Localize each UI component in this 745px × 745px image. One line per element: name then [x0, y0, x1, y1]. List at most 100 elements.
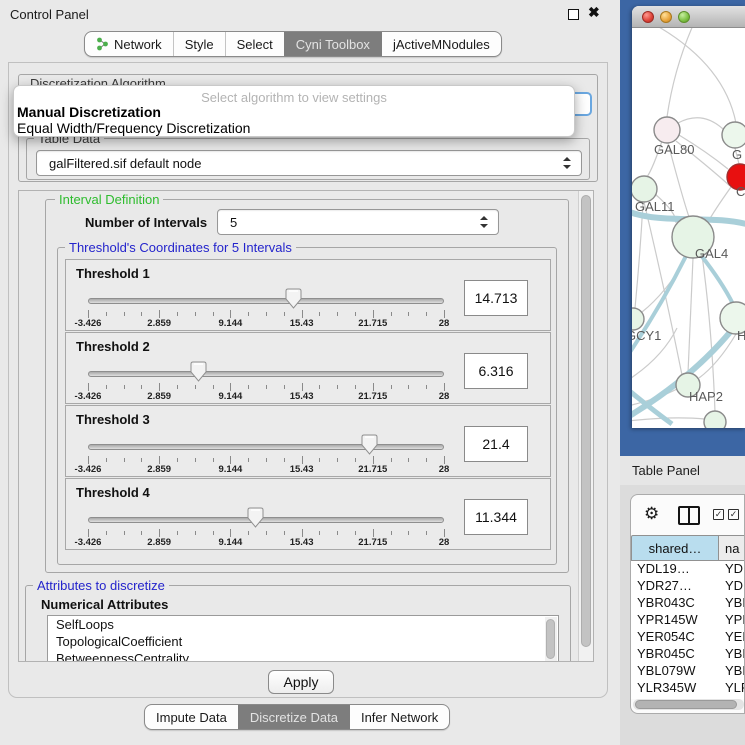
cell-name: YBL07 — [719, 663, 745, 680]
slider-thumb[interactable] — [285, 288, 302, 309]
slider-tick — [248, 458, 249, 462]
slider-thumb[interactable] — [361, 434, 378, 455]
slider-tick-label: 2.859 — [147, 464, 171, 475]
slider-tick — [159, 383, 160, 391]
slider-tick — [230, 456, 231, 464]
slider-thumb[interactable] — [247, 507, 264, 528]
network-node[interactable] — [704, 411, 726, 428]
table-row[interactable]: YER054CYER05 — [631, 629, 745, 646]
tab-jactivemnodules[interactable]: jActiveMNodules — [381, 32, 501, 56]
slider-tick-label: -3.426 — [75, 537, 102, 548]
node-table-card: ⚙ ✓ ✓ shared… na YDL19…YDL19YDR27…YDR27Y… — [630, 494, 745, 714]
top-tabbar: NetworkStyleSelectCyni ToolboxjActiveMNo… — [84, 31, 502, 57]
slider-tick — [248, 385, 249, 389]
slider-tick-label: 21.715 — [358, 537, 387, 548]
threshold-value-field[interactable]: 6.316 — [464, 353, 528, 389]
tab-style[interactable]: Style — [173, 32, 225, 56]
threshold-row-3: Threshold 3-3.4262.8599.14415.4321.71528… — [65, 405, 551, 477]
table-panel-title: Table Panel — [632, 463, 700, 478]
slider-tick — [159, 310, 160, 318]
tab-discretize-data[interactable]: Discretize Data — [238, 705, 349, 729]
network-node-gal80[interactable] — [654, 117, 680, 143]
network-node-label: C — [736, 184, 745, 199]
window-close-icon[interactable] — [642, 11, 654, 23]
dropdown-option-equal-width-frequency[interactable]: Equal Width/Frequency Discretization — [17, 120, 250, 136]
slider-tick — [444, 529, 445, 537]
table-data-combobox[interactable]: galFiltered.sif default node — [36, 150, 582, 176]
dropdown-option-manual-discretization[interactable]: Manual Discretization — [17, 104, 161, 120]
numerical-attributes-list[interactable]: SelfLoopsTopologicalCoefficientBetweenne… — [47, 615, 559, 662]
network-node-g[interactable] — [722, 122, 745, 148]
slider-track[interactable] — [88, 298, 444, 304]
slider-tick — [408, 312, 409, 316]
table-row[interactable]: YBR045CYBR04 — [631, 646, 745, 663]
attribute-list-item[interactable]: BetweennessCentrality — [48, 650, 558, 662]
slider-tick-label: 15.43 — [290, 391, 314, 402]
threshold-value-field[interactable]: 14.713 — [464, 280, 528, 316]
slider-tick — [373, 383, 374, 391]
attribute-list-item[interactable]: TopologicalCoefficient — [48, 633, 558, 650]
table-horizontal-scrollbar[interactable] — [633, 699, 744, 710]
combo-stepper-icon[interactable] — [480, 216, 488, 228]
tab-network[interactable]: Network — [85, 32, 173, 56]
column-header-name[interactable]: na — [719, 535, 745, 561]
cell-shared-name: YER054C — [631, 629, 719, 646]
slider-tick — [284, 531, 285, 535]
attribute-list-item[interactable]: SelfLoops — [48, 616, 558, 633]
app-root: Control Panel ✖ NetworkStyleSelectCyni T… — [0, 0, 745, 745]
slider-tick — [444, 456, 445, 464]
table-row[interactable]: YDL19…YDL19 — [631, 561, 745, 578]
table-row[interactable]: YBL079WYBL07 — [631, 663, 745, 680]
cell-shared-name: YPR145W — [631, 612, 719, 629]
slider-tick — [213, 531, 214, 535]
window-minimize-icon[interactable] — [660, 11, 672, 23]
combo-stepper-icon[interactable] — [563, 157, 571, 169]
slider-track[interactable] — [88, 444, 444, 450]
float-panel-icon[interactable] — [568, 9, 579, 20]
number-of-intervals-label: Number of Intervals — [85, 215, 207, 230]
split-columns-icon[interactable] — [678, 506, 700, 525]
slider-tick-label: 28 — [439, 318, 450, 329]
gear-icon[interactable]: ⚙ — [644, 504, 659, 524]
column-header-shared-name[interactable]: shared… — [631, 535, 719, 561]
slider-thumb[interactable] — [190, 361, 207, 382]
network-node-label: GAL80 — [654, 142, 694, 157]
settings-vertical-scrollbar[interactable] — [578, 191, 593, 661]
tab-label: Discretize Data — [250, 710, 338, 725]
slider-tick — [177, 458, 178, 462]
network-window-titlebar[interactable] — [632, 6, 745, 28]
threshold-value-field[interactable]: 11.344 — [464, 499, 528, 535]
slider-tick — [88, 456, 89, 464]
table-row[interactable]: YBR043CYBR04 — [631, 595, 745, 612]
threshold-row-4: Threshold 4-3.4262.8599.14415.4321.71528… — [65, 478, 551, 550]
attributes-scrollbar[interactable] — [545, 617, 557, 662]
network-canvas[interactable]: GAL80GCGAL11GAL4GCY1HHAP2 — [632, 28, 745, 428]
table-data-combobox-value: galFiltered.sif default node — [49, 156, 201, 171]
table-row[interactable]: YPR145WYPR14 — [631, 612, 745, 629]
slider-tick — [141, 312, 142, 316]
slider-track[interactable] — [88, 517, 444, 523]
threshold-value-field[interactable]: 21.4 — [464, 426, 528, 462]
slider-tick — [302, 456, 303, 464]
slider-track[interactable] — [88, 371, 444, 377]
number-of-intervals-combobox[interactable]: 5 — [217, 209, 499, 235]
slider-tick — [319, 531, 320, 535]
tab-select[interactable]: Select — [225, 32, 284, 56]
tab-cyni-toolbox[interactable]: Cyni Toolbox — [284, 32, 381, 56]
slider-tick — [230, 383, 231, 391]
table-row[interactable]: YDR27…YDR27 — [631, 578, 745, 595]
slider-tick — [355, 385, 356, 389]
apply-button[interactable]: Apply — [268, 670, 334, 694]
close-panel-icon[interactable]: ✖ — [588, 4, 600, 21]
network-node-label: GAL11 — [635, 199, 675, 214]
checkbox-icon[interactable]: ✓ — [713, 509, 724, 520]
slider-tick-label: 2.859 — [147, 391, 171, 402]
tab-infer-network[interactable]: Infer Network — [349, 705, 449, 729]
slider-tick-label: 9.144 — [219, 318, 243, 329]
interval-definition-title: Interval Definition — [55, 192, 163, 207]
checkbox-icon[interactable]: ✓ — [728, 509, 739, 520]
window-zoom-icon[interactable] — [678, 11, 690, 23]
tab-impute-data[interactable]: Impute Data — [145, 705, 238, 729]
slider-tick-label: 2.859 — [147, 318, 171, 329]
table-row[interactable]: YLR345WYLR34 — [631, 680, 745, 697]
